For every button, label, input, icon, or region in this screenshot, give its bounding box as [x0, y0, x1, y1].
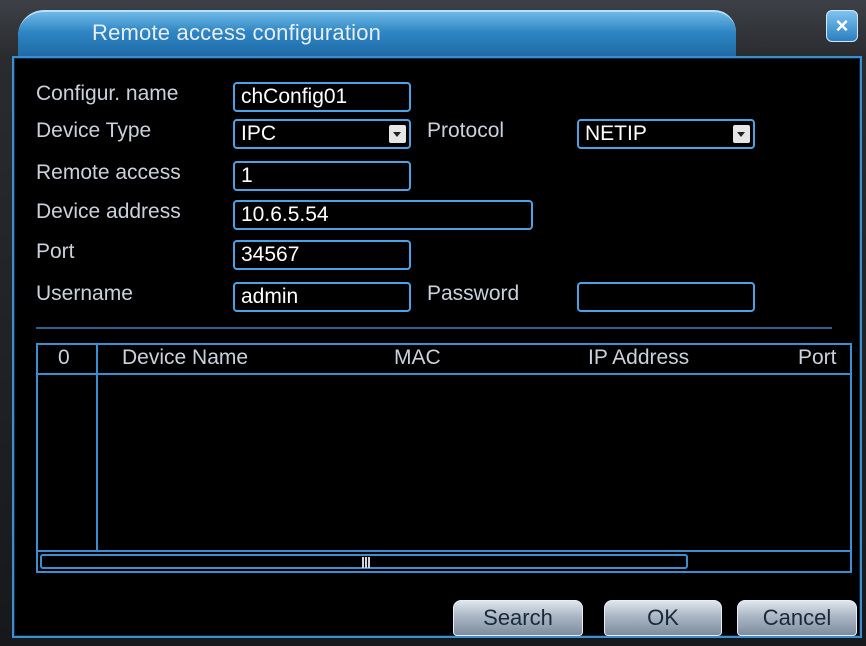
table-header: 0 Device Name MAC IP Address Port	[38, 345, 850, 375]
remote-access-value: 1	[241, 164, 253, 187]
chevron-down-icon[interactable]	[733, 125, 750, 143]
device-table: 0 Device Name MAC IP Address Port	[36, 343, 852, 573]
device-address-value: 10.6.5.54	[241, 203, 329, 226]
remote-access-input[interactable]: 1	[233, 161, 411, 191]
close-button[interactable]: ×	[826, 10, 858, 42]
password-input[interactable]	[577, 282, 755, 312]
column-header-port[interactable]: Port	[798, 346, 837, 370]
config-name-label: Configur. name	[36, 82, 179, 105]
username-value: admin	[241, 285, 299, 308]
device-type-value: IPC	[241, 122, 277, 145]
port-input[interactable]: 34567	[233, 240, 411, 270]
username-input[interactable]: admin	[233, 282, 411, 312]
dialog-title: Remote access configuration	[92, 20, 382, 45]
device-address-label: Device address	[36, 200, 181, 223]
config-name-value: chConfig01	[241, 85, 348, 108]
column-divider	[96, 345, 98, 550]
grip-icon	[362, 557, 370, 568]
protocol-select[interactable]: NETIP	[577, 119, 755, 149]
title-bar: Remote access configuration ×	[0, 0, 866, 56]
divider	[36, 327, 832, 329]
horizontal-scrollbar[interactable]	[38, 550, 850, 571]
scrollbar-thumb[interactable]	[40, 554, 688, 569]
device-type-label: Device Type	[36, 119, 152, 142]
column-header-mac[interactable]: MAC	[394, 346, 441, 370]
cancel-button[interactable]: Cancel	[737, 600, 857, 636]
protocol-label: Protocol	[427, 119, 505, 142]
column-header-index[interactable]: 0	[58, 346, 70, 370]
protocol-value: NETIP	[585, 122, 647, 145]
port-label: Port	[36, 240, 75, 263]
device-type-select[interactable]: IPC	[233, 119, 411, 149]
chevron-down-icon[interactable]	[389, 125, 406, 143]
remote-access-label: Remote access	[36, 161, 181, 184]
dialog-window: Remote access configuration × Configur. …	[0, 0, 866, 646]
close-icon: ×	[835, 13, 849, 38]
column-header-ip-address[interactable]: IP Address	[588, 346, 689, 370]
password-label: Password	[427, 282, 520, 305]
ok-button[interactable]: OK	[604, 600, 722, 636]
config-name-input[interactable]: chConfig01	[233, 82, 411, 112]
port-value: 34567	[241, 243, 300, 266]
search-button[interactable]: Search	[453, 600, 583, 636]
username-label: Username	[36, 282, 133, 305]
device-address-input[interactable]: 10.6.5.54	[233, 200, 533, 230]
column-header-device-name[interactable]: Device Name	[122, 346, 248, 370]
